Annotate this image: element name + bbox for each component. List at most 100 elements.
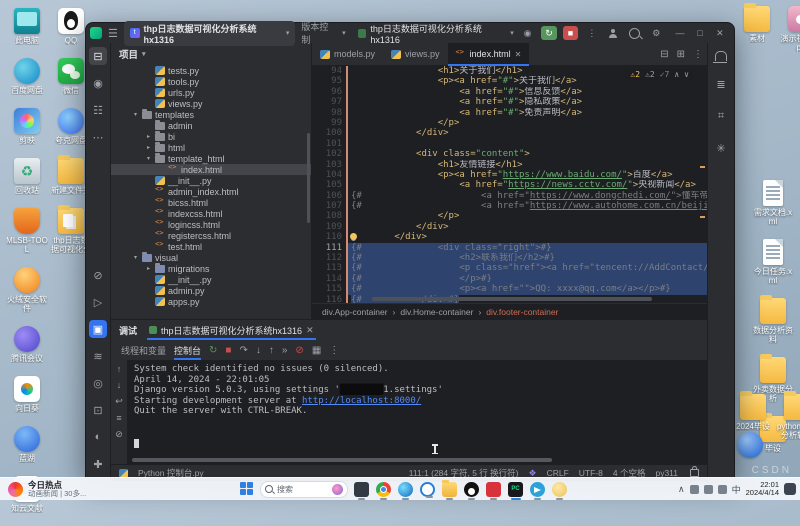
tree-item-template_html[interactable]: ▾template_html [111, 153, 311, 164]
copilot-taskbar-icon[interactable] [354, 482, 369, 497]
debug-toolwindow-icon[interactable]: ▣ [89, 320, 107, 338]
tree-item-migrations[interactable]: ▸migrations [111, 263, 311, 274]
app-yellow-taskbar-icon[interactable] [552, 482, 567, 497]
stop-icon[interactable]: ■ [225, 345, 231, 356]
browser-circle-taskbar-icon[interactable] [420, 482, 435, 497]
tree-item-visual[interactable]: ▾visual [111, 252, 311, 263]
desktop-icon-paint[interactable]: 剪映 [6, 108, 48, 145]
tray-icon-2[interactable] [704, 485, 713, 494]
editor-layout-icon-2[interactable]: ⋮ [689, 49, 707, 60]
services-toolwindow-icon[interactable]: ≋ [89, 347, 107, 365]
project-widget[interactable]: t thp日志数据可视化分析系统hx1316 ▾ [124, 21, 295, 46]
mute-breakpoints-icon[interactable]: ⊘ [295, 345, 303, 356]
problems-toolwindow-icon[interactable]: ◎ [89, 374, 107, 392]
scroll-up-icon[interactable]: ↑ [117, 364, 122, 374]
close-icon[interactable]: ✕ [306, 325, 314, 336]
tree-item-apps.py[interactable]: apps.py [111, 296, 311, 307]
desktop-icon-bluewave[interactable]: 蓝湖 [6, 426, 48, 463]
stop-button[interactable]: ■ [563, 26, 578, 40]
desktop-icon-video[interactable]: 演示视频.mp4 [780, 6, 800, 52]
tray-clock[interactable]: 22:01 2024/4/14 [746, 481, 779, 497]
vcs-toolwindow-icon[interactable]: ◉ [89, 74, 107, 92]
tree-item-index.html[interactable]: index.html [111, 164, 311, 175]
step-out-icon[interactable]: ↑ [269, 345, 274, 356]
desktop-icon-shield[interactable]: MLSB-TOOL [6, 208, 48, 254]
console-link[interactable]: http://localhost:8000/ [302, 396, 421, 406]
close-icon[interactable]: ✕ [515, 50, 522, 59]
terminal-toolwindow-icon[interactable]: ⊡ [89, 401, 107, 419]
tree-item-urls.py[interactable]: urls.py [111, 87, 311, 98]
desktop-icon-folder[interactable]: python环境分析软件 [776, 394, 800, 440]
debug-button[interactable]: ◉ [520, 26, 535, 40]
structure-toolwindow-icon[interactable]: ☷ [89, 101, 107, 119]
desktop-icon-doc[interactable]: 今日任务.xml [752, 239, 794, 285]
desktop-icon-flame[interactable]: 火绒安全软件 [6, 267, 48, 313]
breadcrumb-item[interactable]: div.App-container [322, 307, 388, 317]
editor-layout-icon-0[interactable]: ⊟ [656, 49, 672, 60]
tree-item-tests.py[interactable]: tests.py [111, 65, 311, 76]
run-disabled-icon[interactable]: ⊘ [89, 266, 107, 284]
console-output[interactable]: System check identified no issues (0 sil… [128, 360, 707, 464]
start-button[interactable] [240, 482, 254, 496]
tree-item-logincss.html[interactable]: logincss.html [111, 219, 311, 230]
hidden-icons-chevron[interactable]: ∧ [678, 484, 685, 495]
editor-hscrollbar[interactable] [372, 297, 652, 301]
tree-item-html[interactable]: ▸html [111, 142, 311, 153]
desktop-icon-folder[interactable]: 数据分析资料 [752, 298, 794, 344]
pycharm-taskbar-icon[interactable] [508, 482, 523, 497]
search-everywhere-button[interactable] [627, 26, 642, 40]
evaluate-expression-icon[interactable]: ▦ [312, 345, 321, 356]
tab-控制台[interactable]: 控制台 [174, 340, 201, 360]
tree-item-admin.py[interactable]: admin.py [111, 285, 311, 296]
tab-index.html[interactable]: index.html✕ [448, 43, 530, 65]
search-box[interactable]: 搜索 [260, 481, 348, 498]
settings-button[interactable]: ⚙ [649, 26, 664, 40]
file-explorer-taskbar-icon[interactable] [442, 482, 457, 497]
tree-item-registercss.html[interactable]: registercss.html [111, 230, 311, 241]
inspection-widget[interactable]: ⚠2⚠2✓7∧∨ [626, 69, 693, 80]
step-into-icon[interactable]: ↓ [256, 345, 261, 356]
desktop-icon-swirl[interactable]: 百度网盘 [6, 58, 48, 95]
tree-item-views.py[interactable]: views.py [111, 98, 311, 109]
tree-item-tools.py[interactable]: tools.py [111, 76, 311, 87]
editor-layout-icon-1[interactable]: ⊞ [673, 49, 689, 60]
minimize-button[interactable]: — [670, 26, 690, 40]
scroll-down-icon[interactable]: ↓ [117, 380, 122, 390]
desktop-icon-monitor[interactable]: 此电脑 [6, 8, 48, 45]
next-icon[interactable]: ∨ [684, 70, 689, 79]
rerun-button[interactable]: ↻ [541, 26, 556, 40]
prev-icon[interactable]: ∧ [674, 70, 679, 79]
tree-item-test.html[interactable]: test.html [111, 241, 311, 252]
desktop-icon-recycle[interactable]: 回收站 [6, 158, 48, 195]
tree-item-bicss.html[interactable]: bicss.html [111, 197, 311, 208]
todo-toolwindow-icon[interactable]: ◐ [89, 428, 107, 446]
ai-assistant-icon[interactable]: ✳ [712, 139, 730, 157]
qq-taskbar-icon[interactable] [464, 482, 479, 497]
edge-taskbar-icon[interactable] [398, 482, 413, 497]
close-button[interactable]: ✕ [710, 26, 730, 40]
more-options-icon[interactable]: ⋮ [329, 345, 339, 356]
ime-indicator[interactable]: 中 [732, 483, 741, 496]
code-with-me-button[interactable] [606, 26, 621, 40]
tree-item-admin[interactable]: admin [111, 120, 311, 131]
rerun-icon[interactable]: ↻ [209, 345, 217, 356]
tree-item-admin_index.html[interactable]: admin_index.html [111, 186, 311, 197]
tray-icon-1[interactable] [690, 485, 699, 494]
project-toolwindow-icon[interactable]: ⊟ [89, 47, 107, 65]
maximize-button[interactable]: □ [690, 26, 710, 40]
tray-icon-3[interactable] [718, 485, 727, 494]
step-over-icon[interactable]: ↷ [239, 345, 247, 356]
tree-item-indexcss.html[interactable]: indexcss.html [111, 208, 311, 219]
desktop-icon-meeting[interactable]: 腾讯会议 [6, 326, 48, 363]
database-toolwindow-icon[interactable]: ≣ [712, 75, 730, 93]
debug-session-tab[interactable]: thp日志数据可视化分析系统hx1316 ✕ [147, 320, 316, 340]
globe-app-icon[interactable] [737, 432, 763, 458]
notifications-bell-icon[interactable] [715, 51, 727, 61]
desktop-icon-sunflower[interactable]: 向日葵 [6, 376, 48, 413]
breadcrumb-item[interactable]: div.Home-container [400, 307, 473, 317]
desktop-icon-folder[interactable]: 素材 [736, 6, 778, 52]
print-icon[interactable]: ≡ [116, 413, 121, 423]
desktop-icon-doc[interactable]: 需求文档.xml [752, 180, 794, 226]
tab-线程和变量[interactable]: 线程和变量 [121, 340, 166, 360]
telegram-taskbar-icon[interactable] [530, 482, 545, 497]
